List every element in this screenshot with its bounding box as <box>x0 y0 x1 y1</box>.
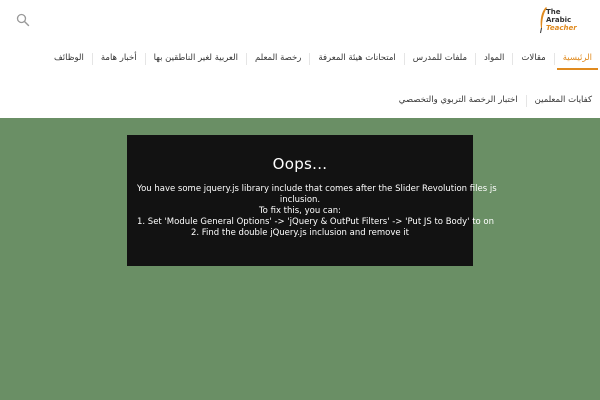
search-icon[interactable] <box>16 12 30 27</box>
error-body: You have some jquery.js library include … <box>127 184 497 239</box>
error-line: 1. Set 'Module General Options' -> 'jQue… <box>137 217 495 227</box>
nav-item-teacher-competencies[interactable]: كفايات المعلمين <box>527 90 600 112</box>
nav-item-subjects[interactable]: المواد <box>476 48 512 70</box>
error-title: Oops... <box>272 155 328 173</box>
nav-item-articles[interactable]: مقالات <box>513 48 553 70</box>
logo-line-1: The Arabic <box>546 8 572 24</box>
site-logo[interactable]: The Arabic Teacher <box>538 6 584 34</box>
error-line: You have some jquery.js library include … <box>137 184 497 194</box>
nav-row-1: الرئيسية مقالات المواد ملفات للمدرس امتح… <box>46 48 600 70</box>
error-line: 2. Find the double jQuery.js inclusion a… <box>190 228 410 238</box>
nav-item-teacher-license[interactable]: رخصة المعلم <box>247 48 309 70</box>
nav-item-jobs[interactable]: الوظائف <box>46 48 92 70</box>
nav-item-home[interactable]: الرئيسية <box>555 48 600 70</box>
main-nav: الرئيسية مقالات المواد ملفات للمدرس امتح… <box>0 48 600 107</box>
error-line: inclusion. <box>279 195 321 205</box>
site-header: The Arabic Teacher الرئيسية مقالات الموا… <box>0 0 600 118</box>
nav-item-knowledge-exams[interactable]: امتحانات هيئة المعرفة <box>310 48 403 70</box>
nav-item-news[interactable]: أخبار هامة <box>93 48 145 70</box>
slider-error-message: Oops... You have some jquery.js library … <box>127 135 497 266</box>
nav-item-arabic-non-native[interactable]: العربية لغير الناطقين بها <box>146 48 246 70</box>
nav-item-teacher-files[interactable]: ملفات للمدرس <box>405 48 475 70</box>
nav-row-2: كفايات المعلمين اختبار الرخصة التربوي وا… <box>391 90 600 112</box>
logo-line-2: Teacher <box>546 24 577 32</box>
nav-item-license-exam[interactable]: اختبار الرخصة التربوي والتخصصي <box>391 90 526 112</box>
error-line: To fix this, you can: <box>258 206 342 216</box>
